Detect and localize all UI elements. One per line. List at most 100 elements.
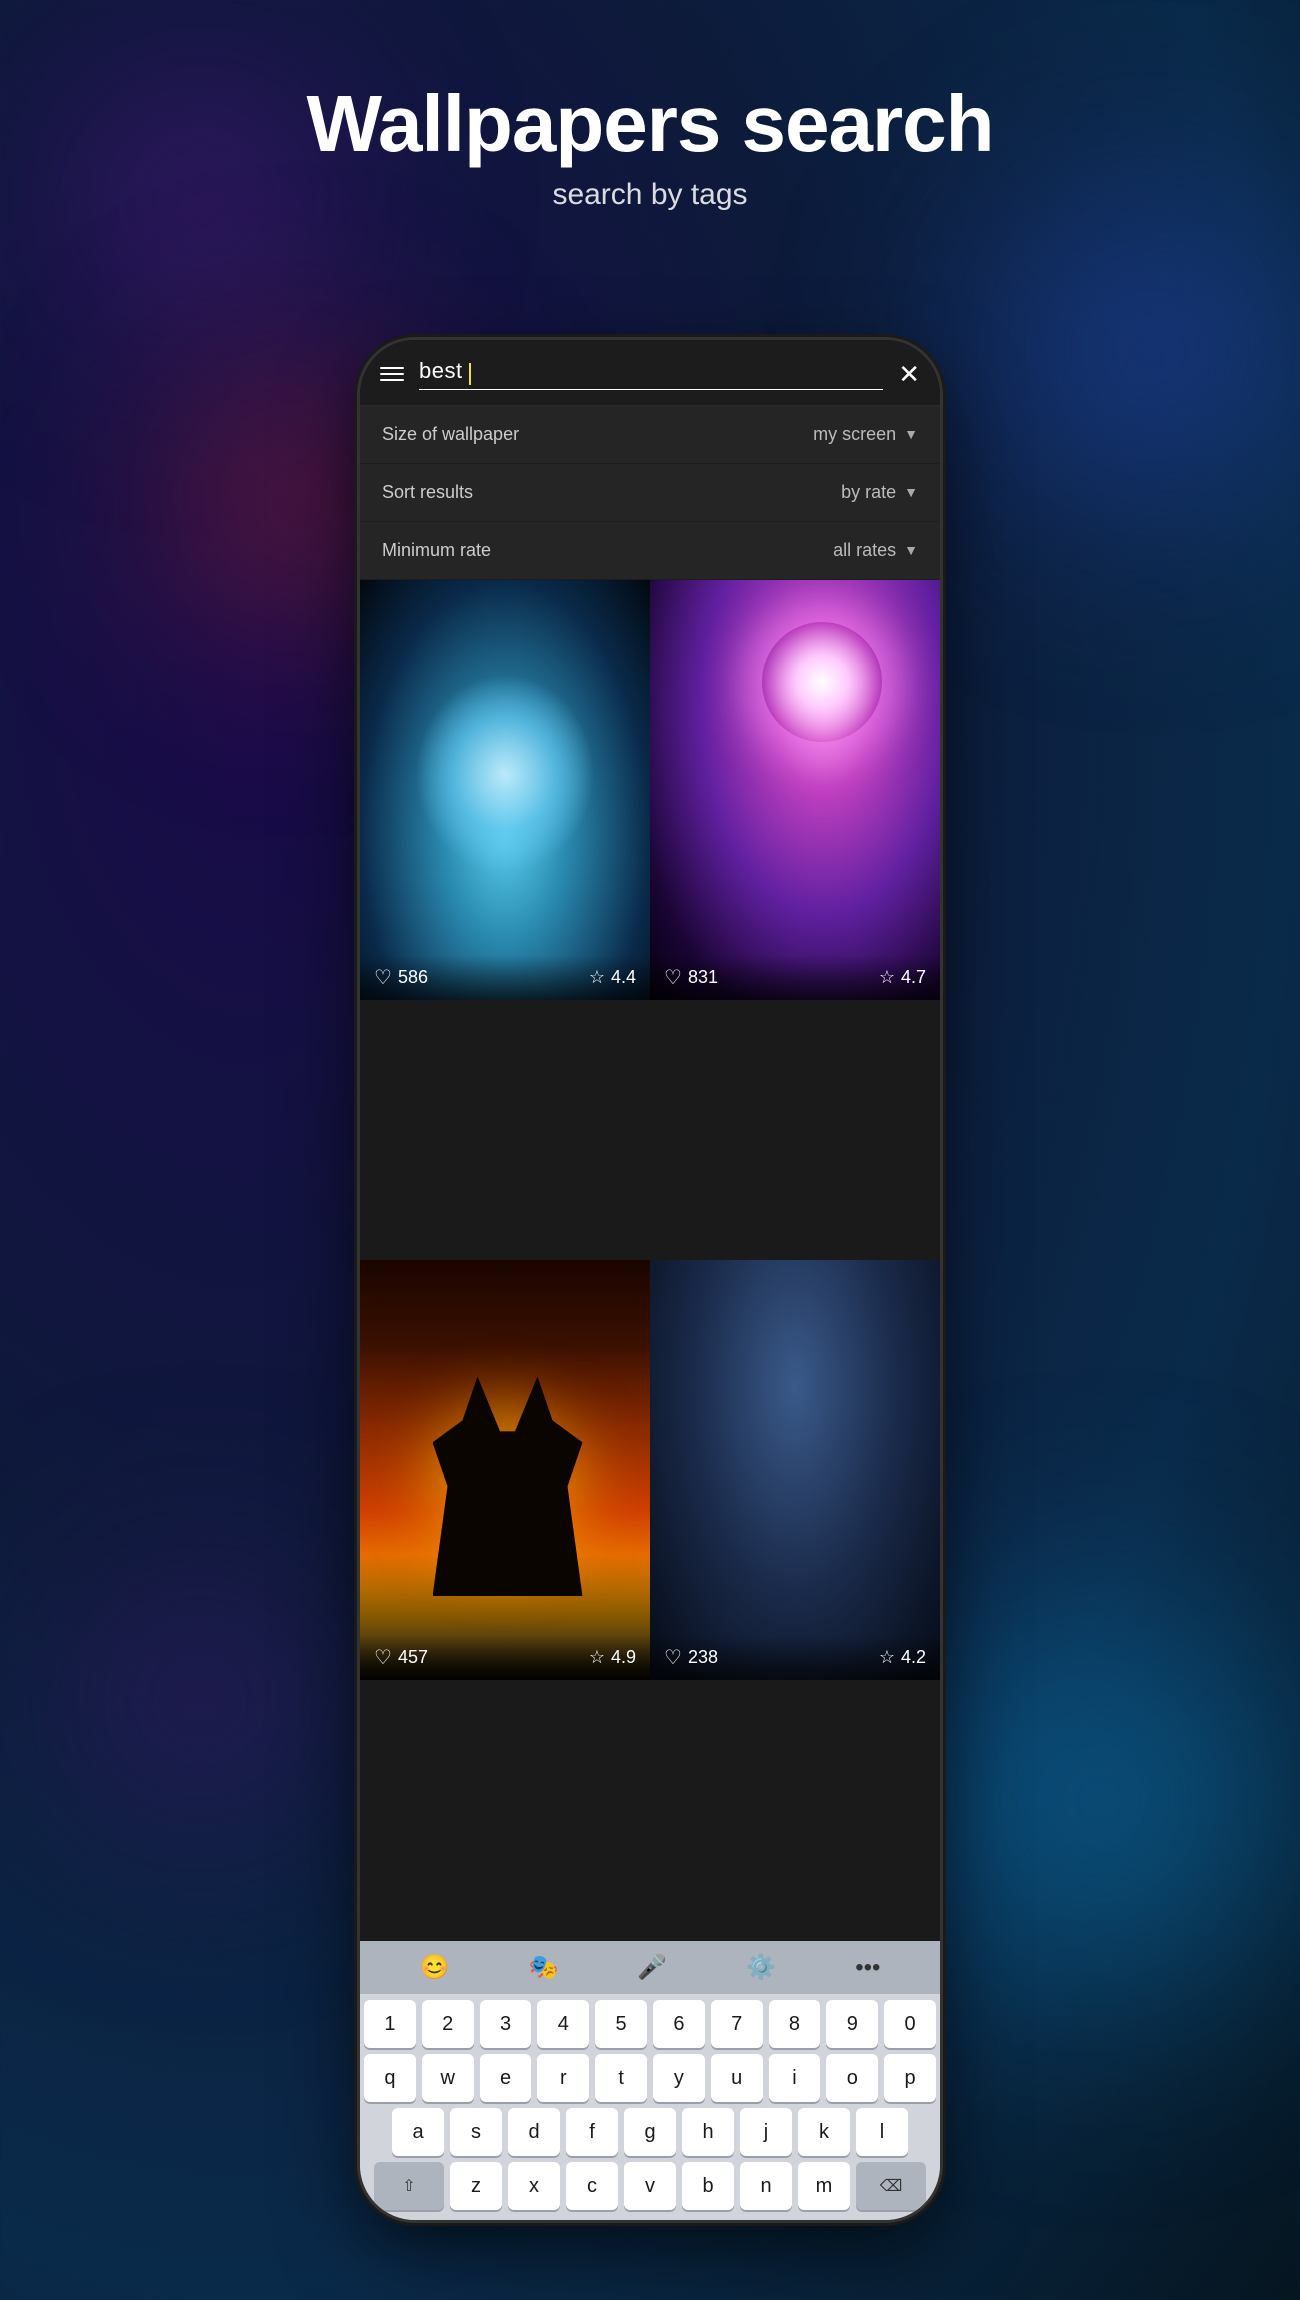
- key-5[interactable]: 5: [595, 2000, 647, 2048]
- key-y[interactable]: y: [653, 2054, 705, 2102]
- key-k[interactable]: k: [798, 2108, 850, 2156]
- wallpaper-item-2[interactable]: ♡ 831 ☆ 4.7: [650, 580, 940, 1000]
- key-a[interactable]: a: [392, 2108, 444, 2156]
- page-title: Wallpapers search: [0, 80, 1300, 168]
- wallpaper-grid: ♡ 586 ☆ 4.4 ♡ 831: [360, 580, 940, 1941]
- filter-size-value: my screen: [813, 424, 896, 445]
- key-q[interactable]: q: [364, 2054, 416, 2102]
- key-p[interactable]: p: [884, 2054, 936, 2102]
- key-t[interactable]: t: [595, 2054, 647, 2102]
- key-d[interactable]: d: [508, 2108, 560, 2156]
- wallpaper-image-2: [650, 580, 940, 1000]
- hamburger-line-1: [380, 367, 404, 369]
- wallpaper-item-1[interactable]: ♡ 586 ☆ 4.4: [360, 580, 650, 1000]
- emoji-button[interactable]: 😊: [420, 1953, 450, 1982]
- wallpaper-stats-2: ♡ 831 ☆ 4.7: [650, 955, 940, 1000]
- sticker-button[interactable]: 🎭: [528, 1953, 558, 1982]
- wallpaper-stats-3: ♡ 457 ☆ 4.9: [360, 1635, 650, 1680]
- filter-size-value-group: my screen ▼: [813, 424, 918, 445]
- key-c[interactable]: c: [566, 2162, 618, 2210]
- keyboard-row-zxcv: ⇧ z x c v b n m ⌫: [364, 2162, 936, 2210]
- key-m[interactable]: m: [798, 2162, 850, 2210]
- wallpaper-rating-3: ☆ 4.9: [589, 1647, 636, 1668]
- keyboard: 😊 🎭 🎤 ⚙️ ••• 1 2 3 4 5 6 7 8 9 0: [360, 1941, 940, 2220]
- wallpaper-item-3[interactable]: ♡ 457 ☆ 4.9: [360, 1260, 650, 1680]
- key-b[interactable]: b: [682, 2162, 734, 2210]
- filter-sort-label: Sort results: [382, 482, 473, 503]
- wallpaper-rating-2: ☆ 4.7: [879, 967, 926, 988]
- more-button[interactable]: •••: [855, 1954, 880, 1982]
- key-u[interactable]: u: [711, 2054, 763, 2102]
- wallpaper-likes-count-1: 586: [398, 967, 428, 988]
- star-icon-2: ☆: [879, 967, 895, 988]
- key-1[interactable]: 1: [364, 2000, 416, 2048]
- wallpaper-rating-4: ☆ 4.2: [879, 1647, 926, 1668]
- filter-min-rate-value-group: all rates ▼: [833, 540, 918, 561]
- phone-frame: best ✕ Size of wallpaper my screen ▼ Sor…: [360, 340, 940, 2220]
- key-2[interactable]: 2: [422, 2000, 474, 2048]
- key-w[interactable]: w: [422, 2054, 474, 2102]
- voice-button[interactable]: 🎤: [637, 1953, 667, 1982]
- wallpaper-image-4: [650, 1260, 940, 1680]
- filter-size-dropdown-icon: ▼: [904, 426, 918, 442]
- heart-icon-4: ♡: [664, 1645, 682, 1670]
- wallpaper-rating-value-1: 4.4: [611, 967, 636, 988]
- filter-size[interactable]: Size of wallpaper my screen ▼: [360, 406, 940, 464]
- keyboard-row-numbers: 1 2 3 4 5 6 7 8 9 0: [364, 2000, 936, 2048]
- key-4[interactable]: 4: [537, 2000, 589, 2048]
- search-bar: best ✕: [360, 340, 940, 406]
- key-8[interactable]: 8: [769, 2000, 821, 2048]
- hamburger-line-3: [380, 379, 404, 381]
- wallpaper-likes-3: ♡ 457: [374, 1645, 428, 1670]
- hamburger-menu-button[interactable]: [380, 367, 404, 381]
- key-e[interactable]: e: [480, 2054, 532, 2102]
- filter-size-label: Size of wallpaper: [382, 424, 519, 445]
- backspace-key[interactable]: ⌫: [856, 2162, 926, 2210]
- wallpaper-stats-4: ♡ 238 ☆ 4.2: [650, 1635, 940, 1680]
- wallpaper-item-4[interactable]: ♡ 238 ☆ 4.2: [650, 1260, 940, 1680]
- keyboard-rows: 1 2 3 4 5 6 7 8 9 0 q w e r t: [360, 1994, 940, 2220]
- filter-min-rate-label: Minimum rate: [382, 540, 491, 561]
- key-l[interactable]: l: [856, 2108, 908, 2156]
- bg-decoration-5: [0, 1500, 400, 1900]
- wallpaper-likes-count-2: 831: [688, 967, 718, 988]
- filter-area: Size of wallpaper my screen ▼ Sort resul…: [360, 406, 940, 580]
- search-underline: [419, 389, 883, 390]
- key-z[interactable]: z: [450, 2162, 502, 2210]
- key-h[interactable]: h: [682, 2108, 734, 2156]
- wallpaper-likes-count-4: 238: [688, 1647, 718, 1668]
- key-j[interactable]: j: [740, 2108, 792, 2156]
- key-3[interactable]: 3: [480, 2000, 532, 2048]
- clear-search-button[interactable]: ✕: [898, 361, 920, 387]
- filter-min-rate-value: all rates: [833, 540, 896, 561]
- filter-min-rate[interactable]: Minimum rate all rates ▼: [360, 522, 940, 580]
- wallpaper-image-1: [360, 580, 650, 1000]
- key-i[interactable]: i: [769, 2054, 821, 2102]
- key-6[interactable]: 6: [653, 2000, 705, 2048]
- heart-icon-1: ♡: [374, 965, 392, 990]
- key-f[interactable]: f: [566, 2108, 618, 2156]
- search-input[interactable]: best: [419, 358, 883, 390]
- key-s[interactable]: s: [450, 2108, 502, 2156]
- filter-sort-value-group: by rate ▼: [841, 482, 918, 503]
- key-9[interactable]: 9: [826, 2000, 878, 2048]
- wallpaper-image-3: [360, 1260, 650, 1680]
- key-x[interactable]: x: [508, 2162, 560, 2210]
- key-o[interactable]: o: [826, 2054, 878, 2102]
- filter-min-rate-dropdown-icon: ▼: [904, 542, 918, 558]
- key-n[interactable]: n: [740, 2162, 792, 2210]
- filter-sort[interactable]: Sort results by rate ▼: [360, 464, 940, 522]
- key-v[interactable]: v: [624, 2162, 676, 2210]
- settings-button[interactable]: ⚙️: [746, 1953, 776, 1982]
- key-r[interactable]: r: [537, 2054, 589, 2102]
- shift-key[interactable]: ⇧: [374, 2162, 444, 2210]
- filter-sort-value: by rate: [841, 482, 896, 503]
- key-0[interactable]: 0: [884, 2000, 936, 2048]
- star-icon-4: ☆: [879, 1647, 895, 1668]
- wallpaper-likes-1: ♡ 586: [374, 965, 428, 990]
- keyboard-row-asdf: a s d f g h j k l: [364, 2108, 936, 2156]
- star-icon-3: ☆: [589, 1647, 605, 1668]
- heart-icon-2: ♡: [664, 965, 682, 990]
- key-7[interactable]: 7: [711, 2000, 763, 2048]
- key-g[interactable]: g: [624, 2108, 676, 2156]
